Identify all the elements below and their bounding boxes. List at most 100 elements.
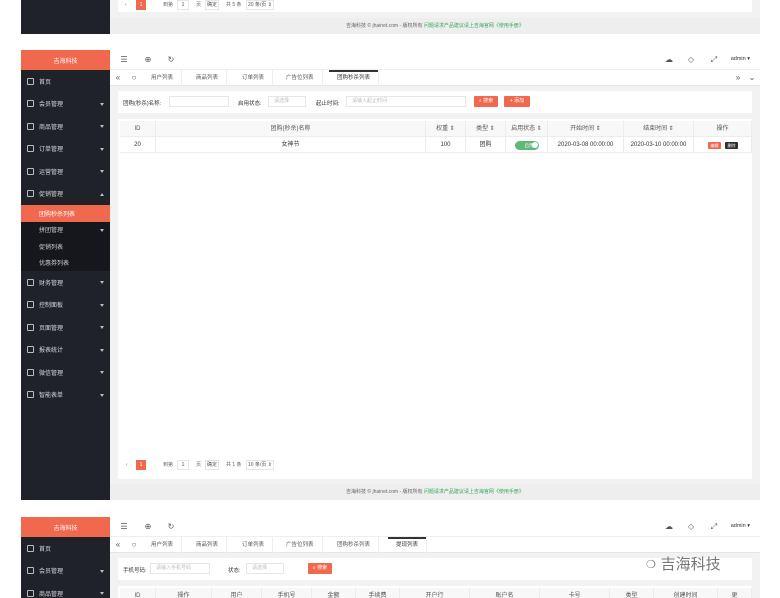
refresh-icon[interactable]: ↻ [167, 56, 175, 64]
fullscreen-icon[interactable]: ⤢ [710, 523, 718, 531]
pager-page-size-select[interactable]: 20 条/页 ⇕ [246, 0, 274, 10]
pager-prev[interactable]: ‹ [126, 460, 128, 470]
pager-goto-input[interactable]: 1 [177, 0, 189, 10]
column-header[interactable]: 结束时间 ⇕ [624, 121, 694, 137]
sidebar-item-orders[interactable]: 订单管理 [21, 138, 110, 161]
user-menu[interactable]: admin ▾ [731, 56, 750, 62]
footer-copyright: 吉海科技 © jhainet.com - 版权所有 [346, 489, 423, 495]
column-header[interactable]: 启用状态 ⇕ [506, 121, 548, 137]
column-header[interactable]: 类型 ⇕ [466, 121, 506, 137]
footer-link[interactable]: 问题请求产品建议请上吉海官网《使用手册》 [424, 23, 524, 29]
sidebar-item-members[interactable]: 会员管理 [21, 560, 110, 583]
sidebar-item-label: 控制面板 [39, 303, 64, 310]
status-filter-label: 状态: [228, 568, 241, 574]
column-header[interactable]: ID [120, 121, 156, 137]
column-header: 手机号 [262, 588, 312, 598]
refresh-icon[interactable]: ↻ [167, 523, 175, 531]
sidebar-item-label: 页面管理 [39, 325, 64, 332]
pager-page-size-select[interactable]: 10 条/页 ⇕ [246, 460, 274, 470]
form-icon [27, 391, 34, 399]
sidebar-item-members[interactable]: 会员管理 [21, 93, 110, 116]
phone-filter-input[interactable]: 请输入手机号码 [150, 563, 210, 574]
sidebar-item-promotions[interactable]: 促销管理 [21, 183, 110, 206]
edit-button[interactable]: 编辑 [708, 141, 721, 149]
cell-end-time: 2020-03-10 00:00:00 [624, 137, 694, 153]
sidebar-subitem-coupon-list[interactable]: 优惠券列表 [21, 254, 110, 271]
sidebar-item-home[interactable]: 首页 [21, 537, 110, 560]
tag-icon[interactable]: ◇ [687, 56, 695, 64]
column-header[interactable]: 权重 ⇕ [426, 121, 466, 137]
sidebar-item-reports[interactable]: 报表统计 [21, 339, 110, 362]
status-filter-select[interactable]: 请选择 [246, 563, 284, 574]
sidebar-subitem-groupbuy-list[interactable]: 团购秒杀列表 [21, 205, 110, 222]
sidebar-item-operations[interactable]: 运营管理 [21, 160, 110, 183]
globe-icon[interactable]: ⊕ [144, 523, 152, 531]
theme-icon[interactable]: ☁ [665, 56, 673, 64]
delete-button[interactable]: 删除 [725, 141, 738, 149]
column-header[interactable]: ID [120, 588, 156, 598]
home-tab-icon[interactable]: ○ [130, 541, 138, 549]
search-button[interactable]: ⌕ 搜索 [308, 563, 332, 574]
tab-products[interactable]: 商品列表 [188, 537, 228, 553]
sidebar-subitem-promo-list[interactable]: 促销列表 [21, 238, 110, 255]
tab-groupbuy[interactable]: 团购秒杀列表 [329, 537, 380, 553]
globe-icon[interactable]: ⊕ [144, 56, 152, 64]
phone-filter-label: 手机号码: [123, 568, 147, 574]
menu-toggle-icon[interactable]: ☰ [120, 523, 128, 531]
search-button[interactable]: ⌕ 搜索 [474, 96, 498, 107]
top-strip-sidebar [21, 0, 110, 34]
column-header: 用户 [212, 588, 262, 598]
home-tab-icon[interactable]: ○ [130, 74, 138, 82]
time-filter-input[interactable]: 请输入起止时间 [346, 96, 466, 107]
chevron-down-icon [100, 303, 104, 307]
add-button[interactable]: + 添加 [504, 96, 530, 107]
pager-total: 共 5 条 [226, 2, 242, 8]
pager-prev[interactable]: ‹ [125, 0, 127, 10]
column-header[interactable]: 团购(秒杀)名称 [156, 121, 426, 137]
user-icon [27, 100, 34, 108]
fullscreen-icon[interactable]: ⤢ [710, 56, 718, 64]
sidebar-item-label: 商品管理 [39, 591, 64, 598]
sidebar-item-home[interactable]: 首页 [21, 70, 110, 93]
tab-orders[interactable]: 订单列表 [234, 537, 274, 553]
status-filter-select[interactable]: 请选择 [268, 96, 306, 107]
footer-link[interactable]: 问题请求产品建议请上吉海官网《使用手册》 [424, 489, 524, 495]
sidebar-item-products[interactable]: 商品管理 [21, 115, 110, 138]
tab-ads[interactable]: 广告位列表 [278, 537, 323, 553]
sidebar-item-products[interactable]: 商品管理 [21, 582, 110, 598]
tab-users[interactable]: 用户列表 [143, 537, 183, 553]
sidebar-subitem-group-manage[interactable]: 拼团管理 [21, 221, 110, 238]
pager-confirm-button[interactable]: 确定 [205, 460, 219, 470]
tab-withdraw[interactable]: 提现列表 [388, 537, 428, 553]
sidebar-item-smart-forms[interactable]: 智能表单 [21, 384, 110, 407]
user-menu[interactable]: admin ▾ [731, 523, 750, 529]
sidebar-item-wechat[interactable]: 微信管理 [21, 361, 110, 384]
tabs-left-icon[interactable]: « [114, 541, 122, 549]
theme-icon[interactable]: ☁ [665, 523, 673, 531]
top-strip: ‹ 1 到第 1 页 确定 共 5 条 20 条/页 ⇕ 吉海科技 © jhai… [21, 0, 760, 34]
tab-products[interactable]: 商品列表 [188, 70, 228, 86]
cell-start-time: 2020-03-08 00:00:00 [548, 137, 624, 153]
column-header: 操作 [694, 121, 752, 137]
tabs-left-icon[interactable]: « [114, 74, 122, 82]
tab-users[interactable]: 用户列表 [143, 70, 183, 86]
sidebar-item-control-panel[interactable]: 控制面板 [21, 294, 110, 317]
pager-confirm-button[interactable]: 确定 [205, 0, 219, 10]
tabs-menu-icon[interactable]: ⌄ [748, 74, 756, 82]
tabs-right-icon[interactable]: » [734, 74, 742, 82]
promotion-icon [27, 190, 34, 198]
tag-icon[interactable]: ◇ [687, 523, 695, 531]
chevron-down-icon [100, 393, 104, 397]
sidebar-item-pages[interactable]: 页面管理 [21, 316, 110, 339]
column-header[interactable]: 开始时间 ⇕ [548, 121, 624, 137]
menu-toggle-icon[interactable]: ☰ [120, 56, 128, 64]
tab-orders[interactable]: 订单列表 [234, 70, 274, 86]
sidebar-item-finance[interactable]: 财务管理 [21, 271, 110, 294]
tab-groupbuy[interactable]: 团购秒杀列表 [329, 70, 380, 86]
name-filter-input[interactable] [169, 96, 229, 107]
status-toggle[interactable]: 启用 [515, 140, 539, 150]
pager-goto-input[interactable]: 1 [177, 460, 189, 470]
tab-ads[interactable]: 广告位列表 [278, 70, 323, 86]
pager-current-page[interactable]: 1 [136, 460, 146, 470]
pager-current-page[interactable]: 1 [136, 0, 146, 10]
